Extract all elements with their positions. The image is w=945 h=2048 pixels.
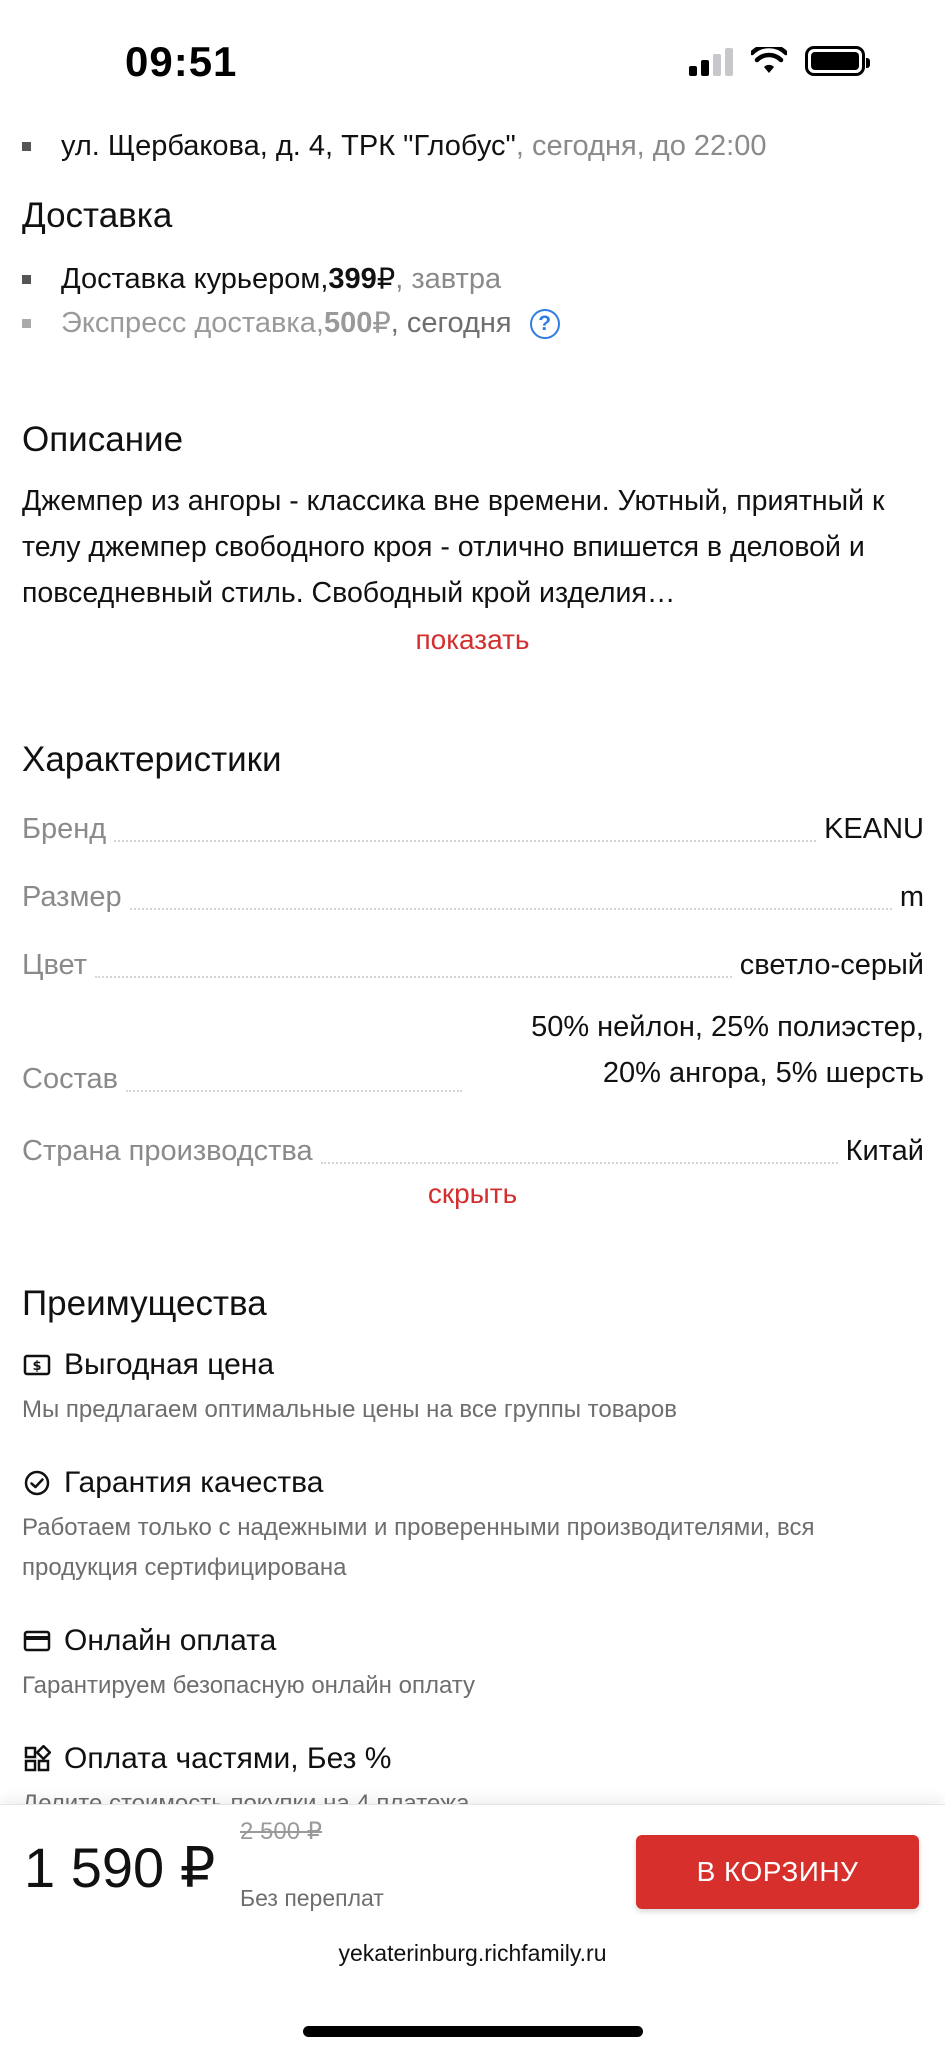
advantage-title-text: Онлайн оплата	[64, 1624, 277, 1657]
advantage-title: Гарантия качества	[22, 1466, 323, 1500]
home-indicator[interactable]	[303, 2026, 643, 2037]
status-icons	[689, 46, 870, 76]
spec-row-country: Страна производства Китай	[22, 1118, 924, 1168]
spec-row-composition: Состав 50% нейлон, 25% полиэстер, 20% ан…	[22, 1000, 924, 1096]
advantage-text: Мы предлагаем оптимальные цены на все гр…	[22, 1396, 677, 1423]
advantage-title-text: Оплата частями, Без %	[64, 1742, 392, 1775]
show-more-link[interactable]: показать	[0, 624, 945, 656]
spec-label: Размер	[22, 881, 122, 913]
purchase-bar: 1 590 ₽ 2 500 ₽ Без переплат В КОРЗИНУ	[0, 1804, 945, 1928]
advantages-heading: Преимущества	[22, 1284, 267, 1323]
no-overpay-note: Без переплат	[240, 1885, 384, 1911]
advantage-title-text: Гарантия качества	[64, 1466, 324, 1499]
check-circle-icon	[22, 1468, 52, 1498]
hide-specs-link[interactable]: скрыть	[0, 1178, 945, 1210]
battery-icon	[805, 46, 870, 76]
delivery-courier-item: Доставка курьером, 399 ₽, завтра	[22, 262, 501, 297]
current-price: 1 590 ₽	[24, 1836, 216, 1899]
spec-label: Страна производства	[22, 1135, 313, 1167]
spec-dots	[129, 908, 892, 910]
composition-line-1: 50% нейлон, 25% полиэстер,	[531, 1011, 924, 1043]
spec-value: m	[899, 881, 924, 913]
delivery-heading: Доставка	[22, 196, 173, 235]
courier-currency: ₽	[376, 264, 396, 296]
description-text: Джемпер из ангоры - классика вне времени…	[22, 485, 885, 609]
spec-label: Состав	[22, 1063, 119, 1095]
advantage-title: Оплата частями, Без %	[22, 1742, 391, 1776]
wifi-icon	[751, 47, 787, 73]
svg-text:$: $	[32, 1359, 41, 1374]
advantage-title: Онлайн оплата	[22, 1624, 276, 1658]
spec-label: Бренд	[22, 813, 107, 845]
advantage-text: Гарантируем безопасную онлайн оплату	[22, 1672, 476, 1699]
composition-line-2: 20% ангора, 5% шерсть	[602, 1057, 924, 1089]
spec-row-brand: Бренд KEANU	[22, 796, 924, 846]
advantage-text: Работаем только с надежными и проверенны…	[22, 1514, 815, 1581]
advantage-title-text: Выгодная цена	[64, 1348, 274, 1381]
old-price: 2 500 ₽	[240, 1818, 322, 1845]
spec-dots	[114, 840, 817, 842]
cellular-signal-icon	[689, 46, 733, 76]
spec-value: 50% нейлон, 25% полиэстер, 20% ангора, 5…	[470, 1004, 924, 1096]
bullet-icon	[22, 142, 31, 151]
delivery-express-item: Экспресс доставка, 500 ₽, сегодня ?	[22, 306, 560, 341]
bullet-icon	[22, 319, 31, 328]
help-question-icon[interactable]: ?	[529, 308, 560, 339]
specs-heading: Характеристики	[22, 740, 282, 779]
status-bar: 09:51	[0, 0, 945, 120]
pickup-when: , сегодня, до 22:00	[515, 130, 767, 162]
add-to-cart-button[interactable]: В КОРЗИНУ	[636, 1835, 919, 1909]
spec-value: KEANU	[824, 813, 924, 845]
status-time: 09:51	[125, 38, 238, 85]
spec-dots	[94, 976, 732, 978]
spec-dots	[320, 1162, 838, 1164]
spec-value: Китай	[845, 1135, 924, 1167]
express-when: , сегодня	[390, 307, 512, 339]
url-text: yekaterinburg.richfamily.ru	[338, 1940, 607, 1966]
pickup-address: ул. Щербакова, д. 4, ТРК "Глобус"	[61, 130, 516, 162]
express-price: 500	[323, 307, 373, 339]
spec-dots	[126, 1090, 463, 1092]
pickup-store-item: ул. Щербакова, д. 4, ТРК "Глобус", сегод…	[22, 130, 766, 163]
spec-value: светло-серый	[739, 949, 924, 981]
courier-when: , завтра	[395, 263, 502, 295]
express-currency: ₽	[372, 308, 391, 340]
courier-label: Доставка курьером,	[61, 263, 329, 295]
spec-label: Цвет	[22, 949, 87, 981]
bullet-icon	[22, 275, 31, 284]
spec-row-size: Размер m	[22, 864, 924, 914]
courier-price: 399	[328, 263, 377, 295]
money-icon: $	[22, 1350, 52, 1380]
grid-icon	[22, 1744, 52, 1774]
browser-address-bar[interactable]: yekaterinburg.richfamily.ru	[0, 1928, 945, 2048]
credit-card-icon	[22, 1626, 52, 1656]
spec-row-color: Цвет светло-серый	[22, 932, 924, 982]
express-label: Экспресс доставка,	[61, 307, 324, 339]
advantage-title: $ Выгодная цена	[22, 1348, 274, 1382]
description-heading: Описание	[22, 420, 184, 459]
